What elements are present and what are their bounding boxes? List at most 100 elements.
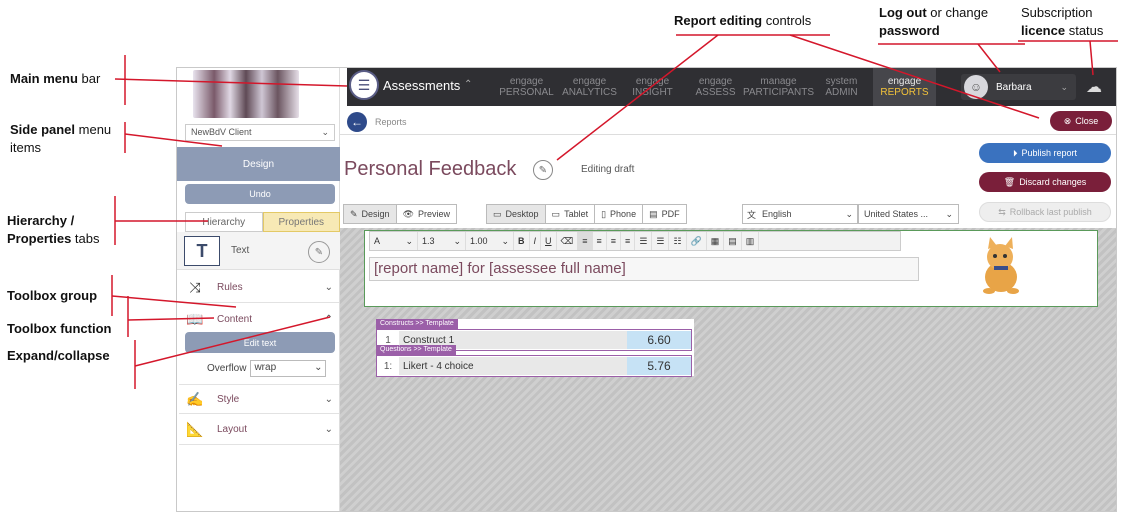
italic-icon[interactable]: I [530, 232, 542, 250]
bullet-list-icon[interactable]: ☰ [635, 232, 653, 250]
align-left-icon[interactable]: ≡ [578, 232, 593, 250]
nav-engage-personal[interactable]: engage PERSONAL [495, 68, 558, 106]
pdf-icon: ▤ [649, 208, 658, 219]
style-pen-icon: ✍ [186, 390, 204, 407]
chevron-up-icon[interactable]: ⌃ [325, 314, 333, 325]
undo-button[interactable]: Undo [185, 184, 335, 204]
toolbox-group-rules[interactable]: ⤨ Rules ⌄ [179, 273, 339, 303]
clear-format-icon[interactable]: ⌫ [557, 232, 579, 250]
device-toggle: ▭ Desktop ▭ Tablet ▯ Phone ▤ PDF [486, 204, 687, 224]
design-mode-button[interactable]: ✎ Design [344, 205, 397, 223]
cloud-sync-icon[interactable]: ☁ [1082, 76, 1106, 98]
close-button[interactable]: ⊗ Close [1050, 111, 1112, 131]
text-format-toolbar: A ⌄ 1.3 ⌄ 1.00 ⌄ B I U ⌫ ≡ ≡ ≡ ≡ ☰ ☰ ☷ 🔗 ▦ [369, 231, 901, 251]
table-row: 1: Likert - 4 choice 5.76 [376, 355, 692, 377]
user-menu[interactable]: ☺ Barbara ⌄ [961, 74, 1076, 100]
shuffle-icon: ⤨ [189, 279, 201, 295]
trash-icon: 🗑 [1003, 176, 1016, 187]
toolbox-group-layout[interactable]: 📐 Layout ⌄ [179, 415, 339, 445]
side-menu-design[interactable]: Design [177, 147, 340, 181]
ann-logout: Log out or change password [879, 5, 989, 38]
nav-engage-analytics[interactable]: engage ANALYTICS [558, 68, 621, 106]
chevron-down-icon: ⌄ [314, 362, 323, 373]
line-height-select[interactable]: 1.3 ⌄ [418, 232, 466, 250]
nav-system-admin[interactable]: system ADMIN [810, 68, 873, 106]
report-heading-text[interactable]: [report name] for [assessee full name] [369, 257, 919, 281]
chevron-down-icon: ⌄ [405, 235, 413, 246]
nav-engage-reports[interactable]: engage REPORTS [873, 68, 936, 106]
chevron-up-icon[interactable]: ⌃ [464, 79, 472, 90]
ann-report-editing: Report editing controls [674, 13, 812, 28]
rollback-button[interactable]: ⇆ Rollback last publish [979, 202, 1111, 222]
ann-expand-collapse: Expand/collapse [7, 348, 110, 363]
text-element-icon: T [184, 236, 220, 266]
nav-manage-participants[interactable]: manage PARTICIPANTS [743, 68, 814, 106]
client-select[interactable]: NewBdV Client ⌄ [185, 124, 335, 141]
tab-hierarchy[interactable]: Hierarchy [185, 212, 263, 232]
chevron-down-icon[interactable]: ⌄ [325, 282, 333, 293]
publish-report-button[interactable]: ⏵ Publish report [979, 143, 1111, 163]
ann-main-menu: Main menu bar [10, 71, 101, 86]
ann-subscription: Subscription licence status [1021, 5, 1104, 38]
draft-status: Editing draft [581, 164, 635, 175]
divider [340, 134, 1116, 135]
ann-toolbox-function: Toolbox function [7, 321, 112, 336]
side-panel: NewBdV Client ⌄ Design Undo Hierarchy Pro… [177, 68, 340, 511]
chevron-down-icon: ⌄ [845, 208, 853, 219]
nav-engage-assess[interactable]: engage ASSESS [684, 68, 747, 106]
main-menu-items: engage PERSONAL engage ANALYTICS engage INS… [495, 68, 936, 106]
font-size-icon: A [374, 236, 381, 246]
toolbox-group-content[interactable]: 📖 Content ⌃ [179, 304, 339, 334]
tablet-button[interactable]: ▭ Tablet [545, 205, 596, 223]
edit-element-button[interactable]: ✎ [308, 241, 330, 263]
bold-icon[interactable]: B [514, 232, 530, 250]
overflow-control: Overflow wrap ⌄ [207, 360, 327, 377]
column-icon[interactable]: ▥ [742, 232, 760, 250]
discard-changes-button[interactable]: 🗑 Discard changes [979, 172, 1111, 192]
edit-text-button[interactable]: Edit text [185, 332, 335, 353]
desktop-button[interactable]: ▭ Desktop [487, 205, 546, 223]
scores-block[interactable]: Constructs >> Template 1 Construct 1 6.6… [376, 319, 694, 377]
rollback-icon: ⇆ [998, 206, 1006, 217]
back-arrow-icon[interactable]: ← [347, 112, 367, 132]
app-title[interactable]: Assessments [383, 78, 460, 93]
report-header-block[interactable]: A ⌄ 1.3 ⌄ 1.00 ⌄ B I U ⌫ ≡ ≡ ≡ ≡ ☰ ☰ ☷ 🔗 ▦ [364, 230, 1098, 307]
chevron-down-icon: ⌄ [453, 235, 461, 246]
user-avatar-icon: ☺ [964, 75, 988, 99]
assessments-logo-icon[interactable]: ☰ [349, 70, 379, 100]
preview-mode-button[interactable]: 👁 Preview [396, 205, 457, 223]
overflow-select[interactable]: wrap ⌄ [250, 360, 327, 377]
language-select[interactable]: 文 English ⌄ [742, 204, 858, 224]
hierarchy-properties-tabs: Hierarchy Properties [185, 212, 340, 232]
align-right-icon[interactable]: ≡ [607, 232, 622, 250]
chevron-down-icon: ⌄ [321, 127, 329, 137]
selected-element-label: Text [231, 245, 250, 256]
toolbox-group-style[interactable]: ✍ Style ⌄ [179, 384, 339, 414]
indent-list-icon[interactable]: ☰ [652, 232, 670, 250]
tab-properties[interactable]: Properties [262, 212, 340, 232]
layout-ruler-icon: 📐 [186, 421, 204, 437]
phone-button[interactable]: ▯ Phone [595, 205, 644, 223]
chevron-down-icon[interactable]: ⌄ [325, 394, 333, 405]
font-size-select[interactable]: A ⌄ [370, 232, 418, 250]
link-icon[interactable]: 🔗 [687, 232, 707, 250]
chevron-down-icon: ⌄ [501, 235, 509, 246]
edit-title-button[interactable]: ✎ [533, 160, 553, 180]
ann-toolbox-group: Toolbox group [7, 288, 98, 303]
align-center-icon[interactable]: ≡ [593, 232, 607, 250]
phone-icon: ▯ [601, 208, 607, 219]
locale-select[interactable]: United States ... ⌄ [858, 204, 959, 224]
row-icon[interactable]: ▤ [724, 232, 742, 250]
page-title: Personal Feedback [344, 158, 517, 180]
underline-icon[interactable]: U [541, 232, 557, 250]
nav-engage-insight[interactable]: engage INSIGHT [621, 68, 684, 106]
book-icon: 📖 [186, 310, 204, 327]
chevron-down-icon[interactable]: ⌄ [325, 424, 333, 435]
eye-icon: 👁 [402, 208, 414, 219]
table-icon[interactable]: ▦ [707, 232, 725, 250]
numbered-list-icon[interactable]: ☷ [669, 232, 687, 250]
spacing-select[interactable]: 1.00 ⌄ [466, 232, 514, 250]
align-justify-icon[interactable]: ≡ [621, 232, 636, 250]
pdf-button[interactable]: ▤ PDF [643, 205, 686, 223]
app-window: NewBdV Client ⌄ Design Undo Hierarchy Pro… [176, 67, 1117, 512]
